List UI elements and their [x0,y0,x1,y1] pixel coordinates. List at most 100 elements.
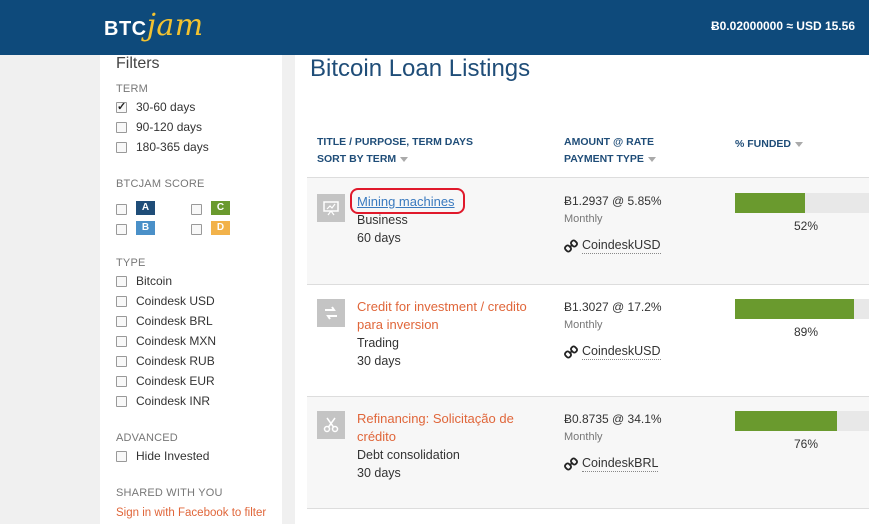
score-c-badge: C [211,201,230,215]
checkbox[interactable] [116,295,127,307]
score-a-checkbox[interactable] [116,204,127,215]
sort-by-term-control[interactable]: SORT BY TERM [317,151,473,168]
column-header-amount: AMOUNT @ RATE PAYMENT TYPE [564,134,656,168]
checkbox[interactable] [116,121,127,133]
funded-progress-bar [735,299,869,319]
filter-label: Coindesk EUR [136,374,215,388]
sort-by-funded-control[interactable]: % FUNDED [735,136,804,153]
scissors-icon [317,411,345,439]
listing-term: 60 days [357,231,401,245]
filter-label: Coindesk INR [136,394,211,408]
main-content: Bitcoin Loan Listings TITLE / PURPOSE, T… [295,55,869,524]
filter-type-coindesk-brl[interactable]: Coindesk BRL [116,312,213,330]
filter-label: 180-365 days [136,140,209,154]
column-header-title: TITLE / PURPOSE, TERM DAYS SORT BY TERM [317,134,473,168]
filter-type-coindesk-eur[interactable]: Coindesk EUR [116,372,215,390]
listing-payment-type[interactable]: CoindeskBRL [564,456,659,472]
divider [307,508,869,509]
listing-row[interactable]: Mining machines Business 60 days Ƀ1.2937… [307,178,869,284]
filter-type-coindesk-inr[interactable]: Coindesk INR [116,392,210,410]
listing-frequency: Monthly [564,431,603,443]
page-title: Bitcoin Loan Listings [310,55,531,82]
payment-type-label: CoindeskUSD [582,344,661,360]
exchange-arrows-icon [317,299,345,327]
funded-percent: 76% [793,437,819,451]
listing-title-link[interactable]: Credit for investment / credito para inv… [357,298,552,334]
score-d-badge: D [211,221,230,235]
listing-term: 30 days [357,466,401,480]
column-title-label: TITLE / PURPOSE, TERM DAYS [317,136,473,148]
score-c-checkbox[interactable] [191,204,202,215]
checkbox[interactable] [116,141,127,153]
filter-label: Coindesk BRL [136,314,213,328]
filters-title: Filters [116,55,160,72]
listing-row[interactable]: Credit for investment / credito para inv… [307,285,869,396]
funded-progress-fill [735,411,837,431]
checkbox[interactable] [116,395,127,407]
checkbox-checked[interactable] [116,100,127,113]
checkbox[interactable] [116,335,127,347]
filter-label: Hide Invested [136,449,210,463]
filter-term-30-60[interactable]: 30-60 days [116,98,195,116]
listing-purpose: Debt consolidation [357,448,460,462]
listing-term: 30 days [357,354,401,368]
filter-term-180-365[interactable]: 180-365 days [116,138,209,156]
listing-purpose: Trading [357,336,399,350]
listing-title-line: Credit for investment / credito [357,299,527,314]
checkbox[interactable] [116,375,127,387]
facebook-signin-link[interactable]: Sign in with Facebook to filter [116,507,266,519]
checkbox[interactable] [116,315,127,327]
payment-type-label: CoindeskUSD [582,238,661,254]
link-icon [564,345,578,359]
listing-title-link[interactable]: Refinancing: Solicitação de crédito [357,410,552,446]
checkbox[interactable] [116,355,127,367]
filter-label: Coindesk MXN [136,334,217,348]
listing-row[interactable]: Refinancing: Solicitação de crédito Debt… [307,397,869,508]
listing-title-line: Refinancing: Solicitação de [357,411,514,426]
chart-presentation-icon [317,194,345,222]
filter-label: Bitcoin [136,274,173,288]
filter-type-coindesk-rub[interactable]: Coindesk RUB [116,352,215,370]
term-heading: TERM [116,83,148,95]
filter-term-90-120[interactable]: 90-120 days [116,118,202,136]
filter-label: 30-60 days [136,100,196,114]
checkbox[interactable] [116,450,127,462]
listing-amount-rate: Ƀ0.8735 @ 34.1% [564,412,662,426]
filter-label: Coindesk RUB [136,354,215,368]
filters-sidebar: Filters TERM 30-60 days 90-120 days 180-… [100,55,282,524]
advanced-heading: ADVANCED [116,432,178,444]
listing-purpose: Business [357,213,408,227]
link-icon [564,239,578,253]
filter-type-coindesk-usd[interactable]: Coindesk USD [116,292,215,310]
funded-percent: 52% [793,219,819,233]
filter-label: 90-120 days [136,120,203,134]
column-amount-label: AMOUNT @ RATE [564,136,654,148]
type-heading: TYPE [116,257,146,269]
listing-payment-type[interactable]: CoindeskUSD [564,344,661,360]
score-b-badge: B [136,221,155,235]
score-d-checkbox[interactable] [191,224,202,235]
score-heading: BTCJAM SCORE [116,178,205,190]
score-b-checkbox[interactable] [116,224,127,235]
sort-caret-icon [795,141,804,147]
listing-title-line: para inversion [357,317,439,332]
listing-payment-type[interactable]: CoindeskUSD [564,238,661,254]
account-balance[interactable]: Ƀ0.02000000 ≈ USD 15.56 [711,19,855,33]
shared-heading: SHARED WITH YOU [116,487,223,499]
funded-progress-bar [735,411,869,431]
funded-progress-bar [735,193,869,213]
funded-percent: 89% [793,325,819,339]
filter-type-bitcoin[interactable]: Bitcoin [116,272,172,290]
funded-progress-fill [735,299,855,319]
sort-caret-icon [400,156,409,162]
checkbox[interactable] [116,275,127,287]
btcjam-logo[interactable]: BTCjam [104,8,204,43]
listing-title-line: crédito [357,429,397,444]
logo-jam-text: jam [146,8,204,43]
logo-btc-text: BTC [104,18,147,40]
listing-amount-rate: Ƀ1.2937 @ 5.85% [564,194,662,208]
filter-hide-invested[interactable]: Hide Invested [116,447,209,465]
sort-by-payment-type-control[interactable]: PAYMENT TYPE [564,151,656,168]
filter-type-coindesk-mxn[interactable]: Coindesk MXN [116,332,216,350]
payment-type-label: CoindeskBRL [582,456,659,472]
